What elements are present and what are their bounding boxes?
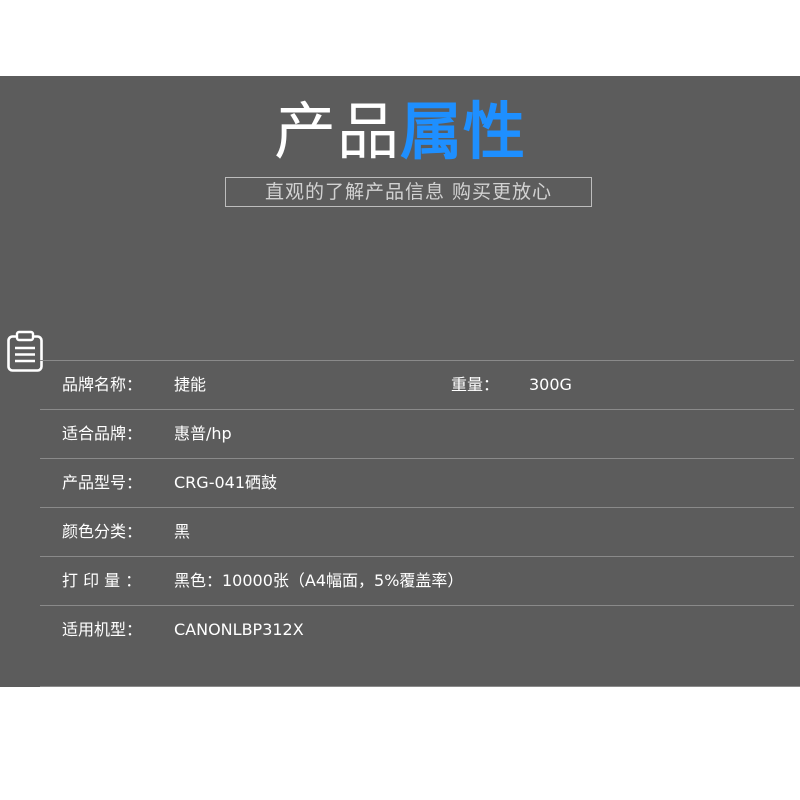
attribute-label: 品牌名称： xyxy=(62,375,143,394)
attribute-label: 颜色分类： xyxy=(62,522,143,541)
attribute-row-compatible-brand: 适合品牌： 惠普/hp xyxy=(40,410,794,458)
attribute-row-brand: 品牌名称： 捷能 重量： 300G xyxy=(40,361,794,409)
attribute-label: 产品型号： xyxy=(62,473,143,492)
row-divider xyxy=(40,686,800,687)
attribute-value: 黑色：10000张（A4幅面，5%覆盖率） xyxy=(174,571,464,590)
attribute-row-print-yield: 打 印 量 ： 黑色：10000张（A4幅面，5%覆盖率） xyxy=(40,557,794,605)
subtitle: 直观的了解产品信息 购买更放心 xyxy=(225,177,592,207)
clipboard-icon xyxy=(7,330,43,372)
attribute-row-compatible-models: 适用机型： CANONLBP312X xyxy=(40,606,794,654)
attribute-value: 黑 xyxy=(174,522,191,541)
attribute-value: 捷能 xyxy=(174,375,207,394)
attribute-value: 惠普/hp xyxy=(174,424,232,443)
page-title: 产品属性 xyxy=(0,96,800,168)
attribute-label: 适用机型： xyxy=(62,620,143,639)
attribute-value: CRG-041硒鼓 xyxy=(174,473,278,492)
attribute-value: CANONLBP312X xyxy=(174,620,304,639)
attribute-label: 打 印 量 ： xyxy=(62,571,142,590)
weight-label: 重量： xyxy=(451,375,500,394)
attribute-label: 适合品牌： xyxy=(62,424,143,443)
attribute-row-color: 颜色分类： 黑 xyxy=(40,508,794,556)
attribute-row-model: 产品型号： CRG-041硒鼓 xyxy=(40,459,794,507)
title-plain: 产品 xyxy=(273,95,400,168)
weight-value: 300G xyxy=(529,375,572,394)
title-accent: 属性 xyxy=(400,95,527,168)
